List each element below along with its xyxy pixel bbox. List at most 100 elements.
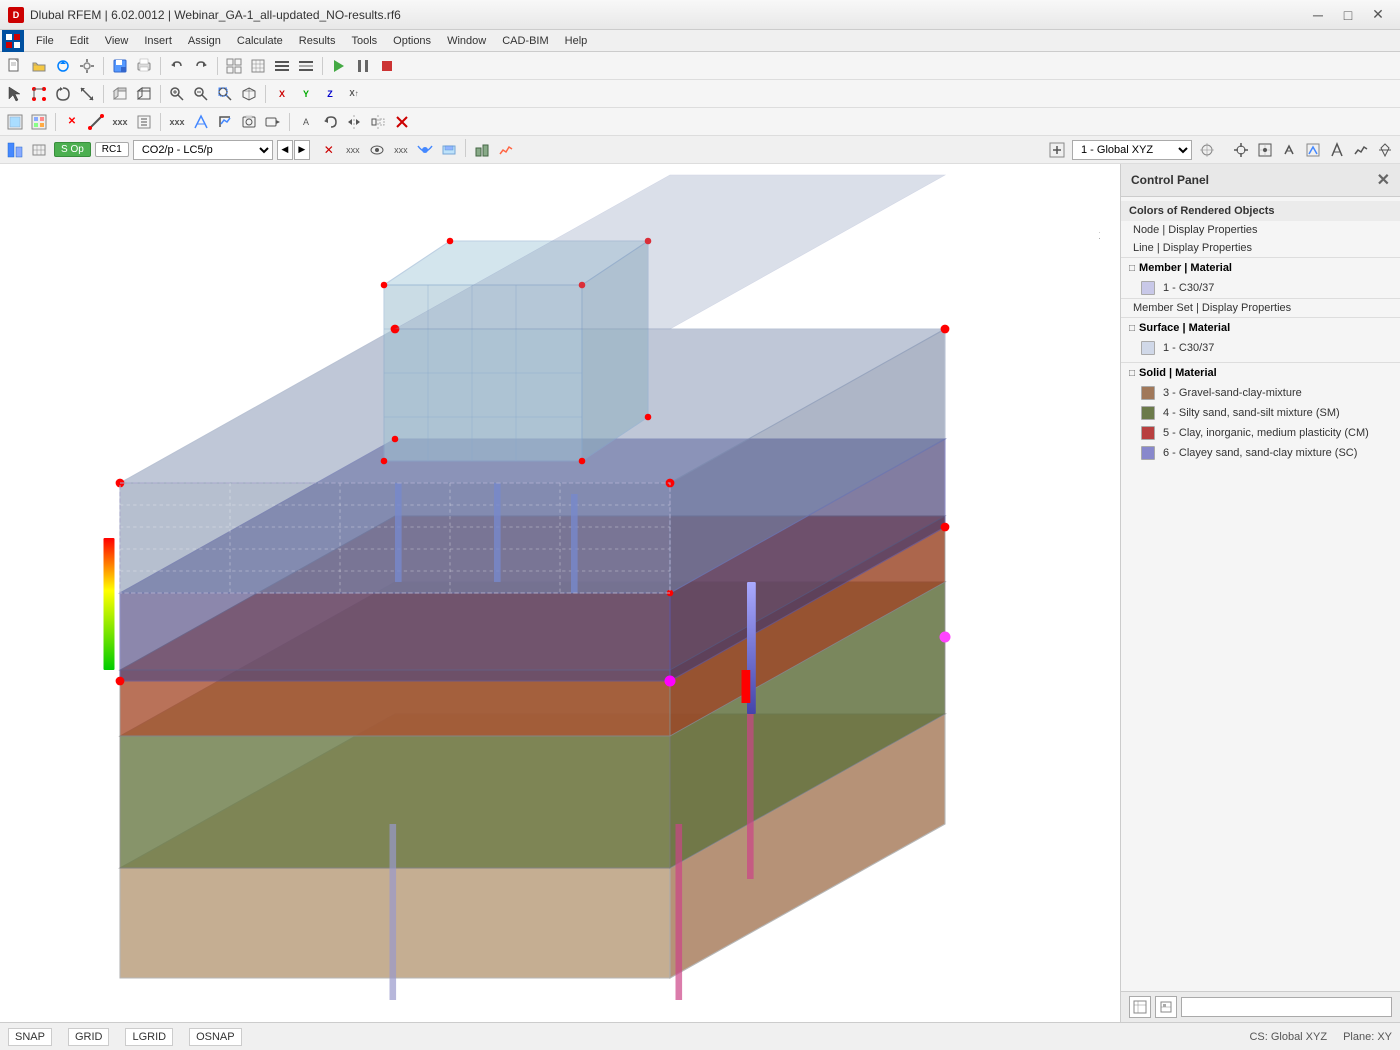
tb-capture[interactable]: [238, 111, 260, 133]
cp-node-display[interactable]: Node | Display Properties: [1121, 221, 1400, 239]
tb-scale[interactable]: [76, 83, 98, 105]
tb-save[interactable]: [109, 55, 131, 77]
tb-wireframe[interactable]: [133, 83, 155, 105]
tb-delete[interactable]: [391, 111, 413, 133]
tb-stop[interactable]: [376, 55, 398, 77]
cp-close-button[interactable]: ✕: [1377, 170, 1390, 190]
cp-footer-icon2[interactable]: [1155, 996, 1177, 1018]
coord-system-select[interactable]: 1 - Global XYZ: [1072, 140, 1192, 160]
cp-solid-mat-5[interactable]: 5 - Clay, inorganic, medium plasticity (…: [1121, 423, 1400, 443]
tb-xyz[interactable]: X↑: [343, 83, 365, 105]
tb-rotate[interactable]: [52, 83, 74, 105]
tb-zoom-fit[interactable]: [214, 83, 236, 105]
cp-solid-mat-3[interactable]: 3 - Gravel-sand-clay-mixture: [1121, 383, 1400, 403]
tb-zaxis[interactable]: Z: [319, 83, 341, 105]
cp-memberset-display[interactable]: Member Set | Display Properties: [1121, 298, 1400, 317]
tb-new[interactable]: [4, 55, 26, 77]
status-lgrid[interactable]: LGRID: [125, 1028, 173, 1046]
tb-eye2[interactable]: [366, 139, 388, 161]
tb-eye[interactable]: ✕: [318, 139, 340, 161]
tb-print[interactable]: [133, 55, 155, 77]
combo-prev[interactable]: ◀: [277, 140, 293, 160]
menu-results[interactable]: Results: [291, 30, 344, 52]
tb-snap1[interactable]: [1230, 139, 1252, 161]
tb-mode-icon2[interactable]: [28, 139, 50, 161]
tb-grid[interactable]: [223, 55, 245, 77]
tb-pause[interactable]: [352, 55, 374, 77]
combo-select[interactable]: CO2/p - LC5/p: [133, 140, 273, 160]
tb-redo[interactable]: [190, 55, 212, 77]
tb-snap3[interactable]: [1278, 139, 1300, 161]
tb-list1[interactable]: [271, 55, 293, 77]
cp-member-material-toggle[interactable]: □ Member | Material: [1121, 258, 1400, 278]
tb-flip[interactable]: [343, 111, 365, 133]
tb-zoom-out[interactable]: [190, 83, 212, 105]
menu-edit[interactable]: Edit: [62, 30, 97, 52]
cp-member-mat-1[interactable]: 1 - C30/37: [1121, 278, 1400, 298]
tb-run[interactable]: [328, 55, 350, 77]
menu-cadbim[interactable]: CAD-BIM: [494, 30, 556, 52]
cp-footer-icon1[interactable]: [1129, 996, 1151, 1018]
minimize-button[interactable]: ─: [1304, 4, 1332, 26]
tb-coord-add[interactable]: [1046, 139, 1068, 161]
close-button[interactable]: ✕: [1364, 4, 1392, 26]
menu-assign[interactable]: Assign: [180, 30, 229, 52]
tb-front-view[interactable]: A: [295, 111, 317, 133]
menu-tools[interactable]: Tools: [343, 30, 385, 52]
cp-solid-mat-4[interactable]: 4 - Silty sand, sand-silt mixture (SM): [1121, 403, 1400, 423]
tb-disp1[interactable]: [4, 111, 26, 133]
viewport[interactable]: -Y -X Y X: [0, 164, 1120, 1022]
tb-snap5[interactable]: [1326, 139, 1348, 161]
tb-video[interactable]: [262, 111, 284, 133]
tb-snap6[interactable]: [1350, 139, 1372, 161]
status-grid[interactable]: GRID: [68, 1028, 110, 1046]
tb-grid2[interactable]: [247, 55, 269, 77]
tb-yaxis[interactable]: Y: [295, 83, 317, 105]
menu-window[interactable]: Window: [439, 30, 494, 52]
tb-show-labels[interactable]: xxx: [109, 111, 131, 133]
tb-node[interactable]: [28, 83, 50, 105]
menu-file[interactable]: File: [28, 30, 62, 52]
menu-options[interactable]: Options: [385, 30, 439, 52]
tb-view-3d[interactable]: [238, 83, 260, 105]
tb-show-lines[interactable]: [85, 111, 107, 133]
tb-list2[interactable]: [295, 55, 317, 77]
status-snap[interactable]: SNAP: [8, 1028, 52, 1046]
tb-disp5[interactable]: [438, 139, 460, 161]
cp-footer-input[interactable]: [1181, 997, 1392, 1017]
tb-cam[interactable]: [414, 139, 436, 161]
tb-display3[interactable]: [190, 111, 212, 133]
tb-zoom-in[interactable]: [166, 83, 188, 105]
tb-snap7[interactable]: [1374, 139, 1396, 161]
tb-mode-icon[interactable]: [4, 139, 26, 161]
status-osnap[interactable]: OSNAP: [189, 1028, 242, 1046]
tb-disp-props[interactable]: [133, 111, 155, 133]
menu-insert[interactable]: Insert: [136, 30, 180, 52]
tb-coord-settings[interactable]: [1196, 139, 1218, 161]
maximize-button[interactable]: □: [1334, 4, 1362, 26]
tb-disp6[interactable]: [471, 139, 493, 161]
combo-next[interactable]: ▶: [294, 140, 310, 160]
tb-snap2[interactable]: [1254, 139, 1276, 161]
tb-show-num[interactable]: xxx: [166, 111, 188, 133]
tb-settings[interactable]: [76, 55, 98, 77]
tb-xxx1[interactable]: xxx: [342, 139, 364, 161]
cp-surface-mat-1[interactable]: 1 - C30/37: [1121, 338, 1400, 358]
tb-undo[interactable]: [166, 55, 188, 77]
menu-help[interactable]: Help: [557, 30, 596, 52]
tb-xxx2[interactable]: xxx: [390, 139, 412, 161]
app-menu-icon[interactable]: [2, 30, 24, 52]
cp-surface-material-toggle[interactable]: □ Surface | Material: [1121, 318, 1400, 338]
tb-reset-view[interactable]: [319, 111, 341, 133]
tb-box[interactable]: [109, 83, 131, 105]
cp-line-display[interactable]: Line | Display Properties: [1121, 239, 1400, 257]
tb-refresh[interactable]: [52, 55, 74, 77]
menu-view[interactable]: View: [97, 30, 137, 52]
tb-snap4[interactable]: [1302, 139, 1324, 161]
cp-solid-material-toggle[interactable]: □ Solid | Material: [1121, 363, 1400, 383]
tb-cursor[interactable]: [4, 83, 26, 105]
menu-calculate[interactable]: Calculate: [229, 30, 291, 52]
tb-xaxis[interactable]: X: [271, 83, 293, 105]
cp-solid-mat-6[interactable]: 6 - Clayey sand, sand-clay mixture (SC): [1121, 443, 1400, 463]
tb-disp7[interactable]: [495, 139, 517, 161]
